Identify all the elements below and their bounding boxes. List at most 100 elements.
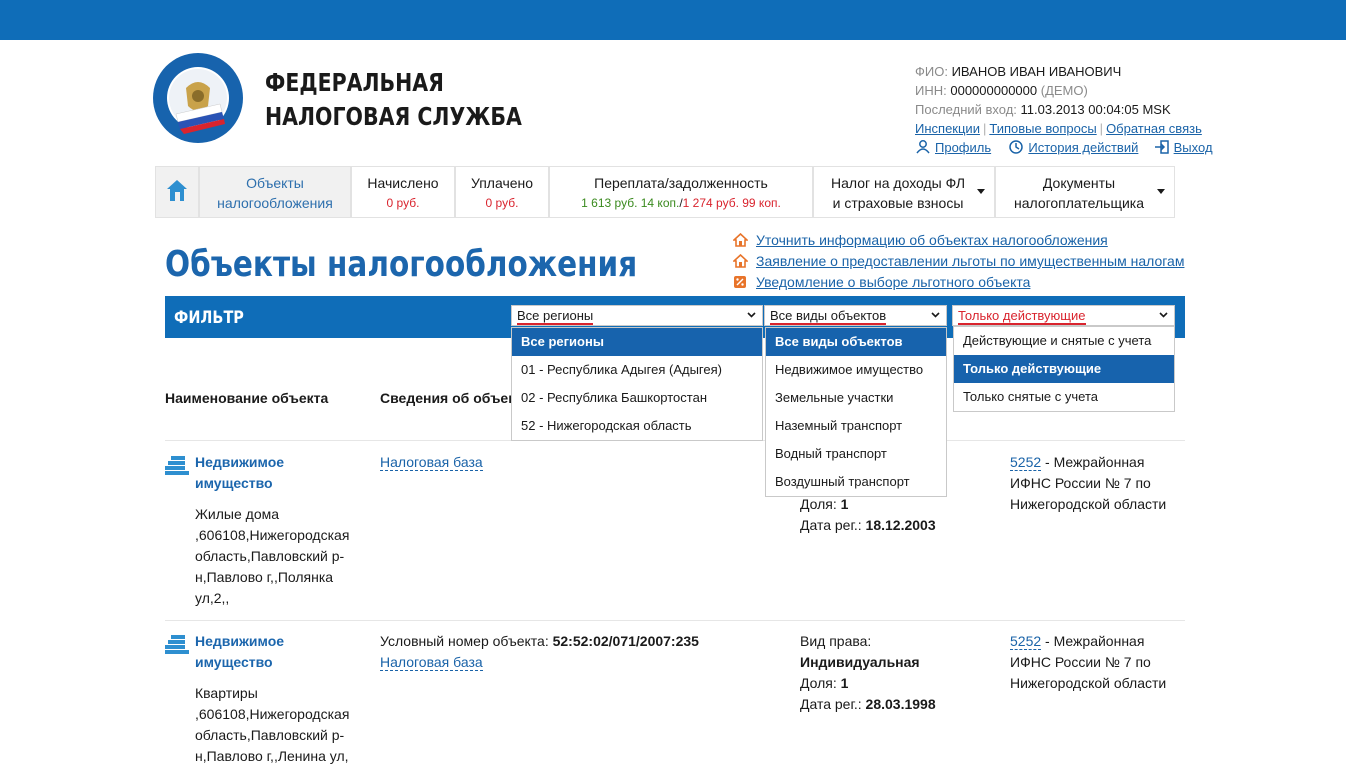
- object-address: Квартиры ,606108,Нижегородская область,П…: [195, 683, 355, 766]
- tab-accrued[interactable]: Начислено 0 руб.: [351, 166, 455, 218]
- history-link[interactable]: История действий: [1028, 140, 1138, 155]
- top-bar: [0, 0, 1346, 40]
- building-icon: [165, 635, 189, 654]
- chevron-down-icon: [1159, 312, 1168, 318]
- house-benefit-icon: [733, 254, 748, 268]
- tab-tax-objects-line1: Объекты: [246, 175, 304, 191]
- right-type-value: Индивидуальная: [800, 654, 920, 670]
- status-dropdown-list: Действующие и снятые с учета Только дейс…: [953, 326, 1175, 412]
- ifns-name-line: Нижегородской области: [1010, 496, 1167, 512]
- tab-documents-line1: Документы: [1042, 175, 1116, 191]
- history-icon: [1009, 140, 1024, 154]
- tab-overpay-debt[interactable]: Переплата/задолженность 1 613 руб. 14 ко…: [549, 166, 813, 218]
- dropdown-option[interactable]: 01 - Республика Адыгея (Адыгея): [512, 356, 762, 384]
- tab-tax-objects[interactable]: Объекты налогообложения: [199, 166, 351, 218]
- dropdown-option[interactable]: Все виды объектов: [766, 328, 946, 356]
- ifns-name-line: - Межрайонная: [1045, 454, 1145, 470]
- address-line: ул,2,,: [195, 590, 230, 606]
- chevron-down-icon: [977, 189, 985, 194]
- share-value: 1: [840, 675, 849, 691]
- tab-tax-objects-line2: налогообложения: [217, 195, 333, 211]
- address-line: область,Павловский р-: [195, 548, 345, 564]
- chevron-down-icon: [1157, 189, 1165, 194]
- dropdown-option[interactable]: Воздушный транспорт: [766, 468, 946, 496]
- tab-paid[interactable]: Уплачено 0 руб.: [455, 166, 549, 218]
- object-title[interactable]: Недвижимое имущество: [195, 452, 284, 494]
- tab-documents[interactable]: Документы налогоплательщика: [995, 166, 1175, 218]
- object-title-line2: имущество: [195, 654, 273, 670]
- tax-base-link[interactable]: Налоговая база: [380, 654, 483, 671]
- logout-link[interactable]: Выход: [1174, 140, 1213, 155]
- profile-link[interactable]: Профиль: [935, 140, 991, 155]
- region-select-value: Все регионы: [517, 308, 594, 325]
- inn-label: ИНН:: [915, 83, 947, 98]
- object-type-dropdown-list: Все виды объектов Недвижимое имущество З…: [765, 327, 947, 497]
- dropdown-option[interactable]: Водный транспорт: [766, 440, 946, 468]
- building-icon: [165, 456, 189, 475]
- share-label: Доля:: [800, 496, 837, 512]
- ifns-code-link[interactable]: 5252: [1010, 633, 1042, 650]
- tab-paid-amount: 0 руб.: [485, 196, 519, 210]
- benefit-application-link[interactable]: Заявление о предоставлении льготы по иму…: [756, 253, 1184, 269]
- dropdown-option[interactable]: Земельные участки: [766, 384, 946, 412]
- row-divider: [165, 620, 1185, 621]
- dropdown-option[interactable]: Действующие и снятые с учета: [954, 327, 1174, 355]
- region-dropdown-list: Все регионы 01 - Республика Адыгея (Адыг…: [511, 327, 763, 441]
- object-type-select-value: Все виды объектов: [770, 308, 887, 325]
- region-select[interactable]: Все регионы: [511, 305, 763, 326]
- page-title: Объекты налогообложения: [165, 244, 638, 285]
- profile-icon: [916, 140, 930, 154]
- object-title[interactable]: Недвижимое имущество: [195, 631, 284, 673]
- address-line: Жилые дома: [195, 506, 280, 522]
- tab-paid-label: Уплачено: [470, 175, 534, 191]
- tab-documents-line2: налогоплательщика: [1013, 195, 1145, 211]
- share-value: 1: [840, 496, 849, 512]
- fio-value: ИВАНОВ ИВАН ИВАНОВИЧ: [951, 64, 1122, 79]
- ifns-code-link[interactable]: 5252: [1010, 454, 1042, 471]
- dropdown-option[interactable]: Только снятые с учета: [954, 383, 1174, 411]
- dropdown-option[interactable]: 02 - Республика Башкортостан: [512, 384, 762, 412]
- object-title-line2: имущество: [195, 475, 273, 491]
- object-address: Жилые дома ,606108,Нижегородская область…: [195, 504, 355, 609]
- chevron-down-icon: [931, 312, 940, 318]
- column-header-info: Сведения об объекте: [380, 390, 530, 406]
- tab-income-tax-line2: и страховые взносы: [832, 195, 964, 211]
- home-tab[interactable]: [155, 166, 199, 218]
- reg-date-value: 28.03.1998: [865, 696, 936, 712]
- logout-icon: [1154, 140, 1169, 154]
- cond-number-value: 52:52:02/071/2007:235: [552, 633, 699, 649]
- right-type-label: Вид права:: [800, 633, 872, 649]
- clarify-objects-link[interactable]: Уточнить информацию об объектах налогооб…: [756, 232, 1108, 248]
- status-select-value: Только действующие: [958, 308, 1086, 325]
- object-title-line1: Недвижимое: [195, 454, 285, 470]
- benefit-notice-link[interactable]: Уведомление о выборе льготного объекта: [756, 274, 1030, 290]
- ifns-name-line: - Межрайонная: [1045, 633, 1145, 649]
- tax-base-link[interactable]: Налоговая база: [380, 454, 483, 471]
- address-line: область,Павловский р-: [195, 727, 345, 743]
- house-edit-icon: [733, 233, 748, 247]
- ifns-name-line: Нижегородской области: [1010, 675, 1167, 691]
- inspections-link[interactable]: Инспекции: [915, 121, 980, 136]
- reg-date-label: Дата рег.:: [800, 517, 862, 533]
- object-type-select[interactable]: Все виды объектов: [764, 305, 947, 326]
- status-select[interactable]: Только действующие: [952, 305, 1175, 326]
- dropdown-option[interactable]: 52 - Нижегородская область: [512, 412, 762, 440]
- home-icon: [167, 180, 187, 201]
- dropdown-option[interactable]: Наземный транспорт: [766, 412, 946, 440]
- tab-overpay-debt-label: Переплата/задолженность: [594, 175, 768, 191]
- dropdown-option[interactable]: Только действующие: [954, 355, 1174, 383]
- action-links: Уточнить информацию об объектах налогооб…: [733, 230, 1184, 293]
- faq-link[interactable]: Типовые вопросы: [989, 121, 1096, 136]
- filter-label: ФИЛЬТР: [174, 308, 244, 328]
- dropdown-option[interactable]: Недвижимое имущество: [766, 356, 946, 384]
- reg-date-value: 18.12.2003: [865, 517, 936, 533]
- address-line: н,Павлово г,,Полянка: [195, 569, 334, 585]
- last-login-value: 11.03.2013 00:04:05 MSK: [1020, 102, 1171, 117]
- ifns-name-line: ИФНС России № 7 по: [1010, 654, 1151, 670]
- tab-accrued-amount: 0 руб.: [386, 196, 420, 210]
- fns-emblem-logo[interactable]: [152, 52, 244, 144]
- feedback-link[interactable]: Обратная связь: [1106, 121, 1202, 136]
- tab-income-tax[interactable]: Налог на доходы ФЛ и страховые взносы: [813, 166, 995, 218]
- tab-income-tax-line1: Налог на доходы ФЛ: [830, 175, 966, 191]
- dropdown-option[interactable]: Все регионы: [512, 328, 762, 356]
